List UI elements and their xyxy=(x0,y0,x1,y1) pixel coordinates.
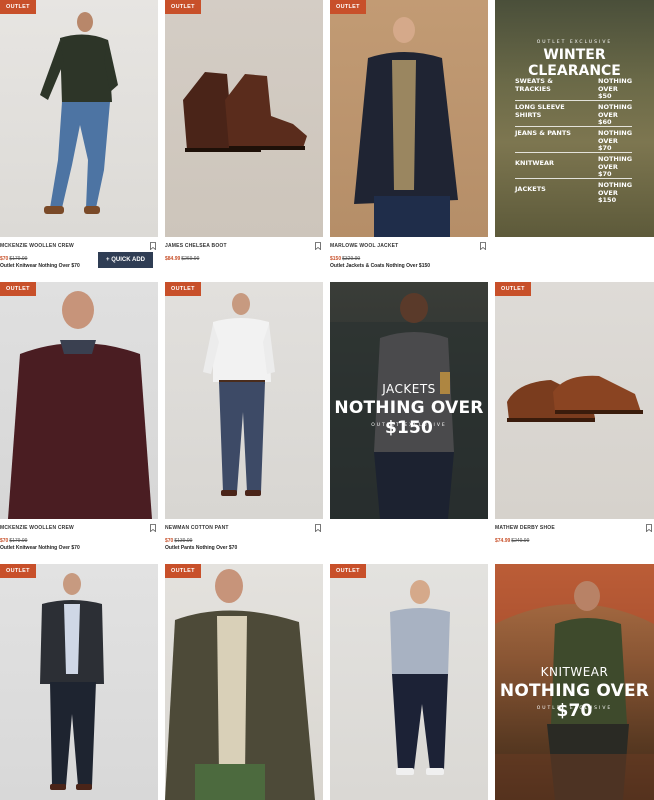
product-image[interactable] xyxy=(330,564,488,800)
product-name[interactable]: MATHEW DERBY SHOE xyxy=(495,525,555,531)
product-image[interactable] xyxy=(330,0,488,237)
sale-price: $70 xyxy=(165,538,174,544)
sale-price: $84.99 xyxy=(165,256,181,262)
product-name[interactable]: MCKENZIE WOOLLEN CREW xyxy=(0,243,74,249)
sale-price: $70 xyxy=(0,256,9,262)
sale-price: $74.99 xyxy=(495,538,511,544)
product-card[interactable]: OUTLET NEWMAN COTTON PANT $70$139.99 Out… xyxy=(165,282,323,557)
bookmark-icon[interactable] xyxy=(150,242,156,250)
original-price: $269.99 xyxy=(181,256,200,262)
banner-category: KNITWEAR xyxy=(540,665,609,679)
bookmark-icon[interactable] xyxy=(315,524,321,532)
promo-text: Outlet Pants Nothing Over $70 xyxy=(165,545,238,551)
outlet-badge: OUTLET xyxy=(330,0,366,14)
clearance-row: SWEATS & TRACKIES NOTHING OVER $50 xyxy=(515,77,633,101)
outlet-badge: OUTLET xyxy=(165,564,201,578)
clearance-row: LONG SLEEVE SHIRTS NOTHING OVER $60 xyxy=(515,103,633,127)
promo-text: Outlet Jackets & Coats Nothing Over $150 xyxy=(330,263,431,269)
outlet-badge: OUTLET xyxy=(0,0,36,14)
banner-category: JACKETS xyxy=(382,382,436,396)
outlet-badge: OUTLET xyxy=(0,564,36,578)
winter-clearance-banner[interactable]: OUTLET EXCLUSIVE WINTER CLEARANCE SWEATS… xyxy=(495,0,654,237)
product-card[interactable]: OUTLET MARLOWE WOOL JACKET $150$329.99 O… xyxy=(330,0,488,275)
outlet-badge: OUTLET xyxy=(165,0,201,14)
product-card[interactable]: OUTLET xyxy=(165,564,323,800)
outlet-badge: OUTLET xyxy=(330,564,366,578)
product-image[interactable] xyxy=(165,564,323,800)
bookmark-icon[interactable] xyxy=(646,524,652,532)
original-price: $179.99 xyxy=(9,256,28,262)
outlet-badge: OUTLET xyxy=(165,282,201,296)
original-price: $329.99 xyxy=(342,256,361,262)
product-name[interactable]: MCKENZIE WOOLLEN CREW xyxy=(0,525,74,531)
knitwear-banner[interactable]: KNITWEAR NOTHING OVER $70 OUTLET EXCLUSI… xyxy=(495,564,654,800)
original-price: $249.99 xyxy=(511,538,530,544)
product-image[interactable] xyxy=(495,282,654,519)
promo-text: Outlet Knitwear Nothing Over $70 xyxy=(0,545,80,551)
banner-eyebrow: OUTLET EXCLUSIVE xyxy=(536,40,613,45)
promo-text: Outlet Knitwear Nothing Over $70 xyxy=(0,263,80,269)
product-name[interactable]: JAMES CHELSEA BOOT xyxy=(165,243,227,249)
clearance-row: KNITWEAR NOTHING OVER $70 xyxy=(515,155,633,179)
product-card[interactable]: OUTLET MATHEW DERBY SHOE $74.99$249.99 xyxy=(495,282,654,557)
product-name[interactable]: NEWMAN COTTON PANT xyxy=(165,525,229,531)
product-image[interactable] xyxy=(0,0,158,237)
banner-headline: NOTHING OVER $150 xyxy=(334,398,484,438)
bookmark-icon[interactable] xyxy=(315,242,321,250)
product-image[interactable] xyxy=(0,564,158,800)
product-card[interactable]: OUTLET xyxy=(0,564,158,800)
jackets-banner[interactable]: JACKETS NOTHING OVER $150 OUTLET EXCLUSI… xyxy=(330,282,488,519)
banner-eyebrow: OUTLET EXCLUSIVE xyxy=(371,423,447,428)
product-image[interactable] xyxy=(165,282,323,519)
banner-eyebrow: OUTLET EXCLUSIVE xyxy=(536,706,613,711)
product-name[interactable]: MARLOWE WOOL JACKET xyxy=(330,243,398,249)
outlet-badge: OUTLET xyxy=(0,282,36,296)
sale-price: $70 xyxy=(0,538,9,544)
product-card[interactable]: OUTLET JAMES CHELSEA BOOT $84.99$269.99 xyxy=(165,0,323,275)
product-image[interactable] xyxy=(0,282,158,519)
product-card[interactable]: OUTLET + QUICK ADD MCKENZIE WOOLLEN CREW… xyxy=(0,0,158,275)
clearance-row: JEANS & PANTS NOTHING OVER $70 xyxy=(515,129,633,153)
product-card[interactable]: OUTLET MCKENZIE WOOLLEN CREW $70$179.99 … xyxy=(0,282,158,557)
original-price: $139.99 xyxy=(174,538,193,544)
banner-headline: NOTHING OVER $70 xyxy=(499,681,650,721)
original-price: $179.99 xyxy=(9,538,28,544)
clearance-row: JACKETS NOTHING OVER $150 xyxy=(515,181,633,204)
outlet-badge: OUTLET xyxy=(495,282,531,296)
product-image[interactable] xyxy=(165,0,323,237)
sale-price: $150 xyxy=(330,256,342,262)
bookmark-icon[interactable] xyxy=(480,242,486,250)
bookmark-icon[interactable] xyxy=(150,524,156,532)
product-card[interactable]: OUTLET xyxy=(330,564,488,800)
